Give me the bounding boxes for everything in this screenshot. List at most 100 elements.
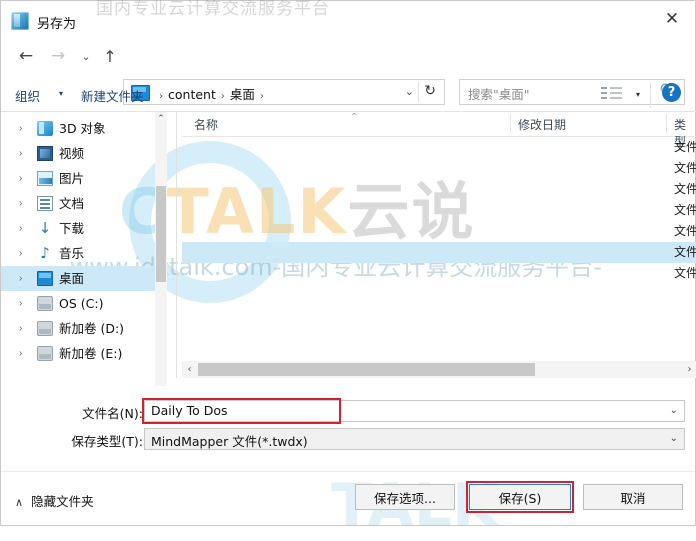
sidebar-item-5[interactable]: › ♪ 音乐 xyxy=(1,241,159,266)
organize-button[interactable]: 组织 xyxy=(15,86,40,105)
filetype-label: 保存类型(T): xyxy=(71,434,143,449)
help-icon[interactable]: ? xyxy=(662,83,681,102)
forward-icon[interactable]: → xyxy=(45,43,71,69)
table-row[interactable]: 文件 xyxy=(182,179,696,200)
sidebar-item-label: 下载 xyxy=(59,221,85,236)
filename-input[interactable]: Daily To Dos ⌄ xyxy=(144,400,685,422)
title-bar: 另存为 ✕ xyxy=(1,9,695,37)
sidebar-item-8[interactable]: › 新加卷 (D:) xyxy=(1,316,159,341)
new-folder-button[interactable]: 新建文件夹 xyxy=(81,86,144,105)
save-form: 文件名(N): Daily To Dos ⌄ 保存类型(T): MindMapp… xyxy=(1,389,695,451)
column-header-row: 名称 ⌃ 修改日期 类型 xyxy=(182,112,696,149)
file-list-horizontal-scrollbar[interactable]: ‹ › xyxy=(182,361,696,378)
cell-type: 文件 xyxy=(674,245,696,259)
sidebar-item-label: 图片 xyxy=(59,171,85,186)
sidebar-scroll-thumb[interactable] xyxy=(156,186,166,282)
table-row[interactable]: 文件 xyxy=(182,242,696,263)
filetype-chevron-down-icon[interactable]: ⌄ xyxy=(670,433,678,444)
chevron-right-icon[interactable]: › xyxy=(19,266,22,291)
music-icon: ♪ xyxy=(40,244,50,262)
sidebar-item-label: 文档 xyxy=(59,196,85,211)
scroll-left-icon[interactable]: ‹ xyxy=(182,361,197,378)
scroll-up-icon[interactable]: ⌃ xyxy=(155,113,167,125)
file-list-pane: 名称 ⌃ 修改日期 类型 文件 文件 文件 文件 文件 文件 文件 xyxy=(182,112,696,386)
horizontal-scroll-thumb[interactable] xyxy=(198,363,535,376)
cell-type: 文件 xyxy=(674,161,696,175)
back-icon[interactable]: ← xyxy=(13,43,39,69)
cell-type: 文件 xyxy=(674,224,696,238)
cell-type: 文件 xyxy=(674,203,696,217)
chevron-right-icon[interactable]: › xyxy=(19,316,22,341)
drive-icon xyxy=(37,346,53,361)
filetype-select[interactable]: MindMapper 文件(*.twdx) ⌄ xyxy=(144,428,685,450)
command-toolbar: 组织 ▾ 新建文件夹 ▾ ? xyxy=(1,79,695,112)
folder-tree: › 3D 对象 › 视频 › 图片 › 文档 › ↓ 下载 › ♪ 音乐 › 桌面 › OS (C:) › 新加卷 (… xyxy=(1,116,159,366)
close-icon[interactable]: ✕ xyxy=(649,1,695,37)
hide-folders-label: 隐藏文件夹 xyxy=(31,494,94,509)
video-icon xyxy=(37,146,53,161)
column-separator-2[interactable] xyxy=(666,114,667,133)
sidebar-item-label: 新加卷 (E:) xyxy=(59,346,123,361)
recent-locations-chevron-down-icon[interactable]: ⌄ xyxy=(73,43,99,69)
os-drive-icon xyxy=(37,296,53,311)
sidebar-item-2[interactable]: › 图片 xyxy=(1,166,159,191)
filename-chevron-down-icon[interactable]: ⌄ xyxy=(670,405,678,416)
file-rows: 文件 文件 文件 文件 文件 文件 文件 xyxy=(182,137,696,284)
sidebar-item-label: 音乐 xyxy=(59,246,85,261)
column-header-name[interactable]: 名称 xyxy=(194,116,218,133)
save-options-button[interactable]: 保存选项... xyxy=(355,484,455,510)
navigation-bar: ← → ⌄ ↑ ›content›桌面› ⌄ ↻ 搜索"桌面" 🔍 xyxy=(1,39,695,105)
sidebar-item-0[interactable]: › 3D 对象 xyxy=(1,116,159,141)
table-row[interactable]: 文件 xyxy=(182,137,696,158)
app-icon xyxy=(11,12,29,30)
cancel-button[interactable]: 取消 xyxy=(583,484,683,510)
chevron-right-icon[interactable]: › xyxy=(19,291,22,316)
sidebar-item-label: 桌面 xyxy=(59,271,85,286)
sidebar-item-6[interactable]: › 桌面 xyxy=(1,266,159,291)
chevron-right-icon[interactable]: › xyxy=(19,166,22,191)
view-options-icon[interactable] xyxy=(601,85,623,103)
footer-divider xyxy=(1,471,695,472)
chevron-right-icon[interactable]: › xyxy=(19,191,22,216)
document-icon xyxy=(37,196,53,211)
table-row[interactable]: 文件 xyxy=(182,263,696,284)
chevron-right-icon[interactable]: › xyxy=(19,241,22,266)
column-header-date[interactable]: 修改日期 xyxy=(518,116,566,133)
sidebar-scrollbar[interactable]: ⌃ xyxy=(155,112,167,386)
cell-type: 文件 xyxy=(674,140,696,154)
sidebar-item-4[interactable]: › ↓ 下载 xyxy=(1,216,159,241)
cube-icon xyxy=(37,121,53,136)
save-as-dialog: 国内专业云计算交流服务平台 CTALK云说 -www.idctalk.com-国… xyxy=(0,0,696,541)
column-separator-1[interactable] xyxy=(510,114,511,133)
filename-label: 文件名(N): xyxy=(82,406,143,421)
sort-ascending-icon: ⌃ xyxy=(350,112,359,123)
save-button[interactable]: 保存(S) xyxy=(469,484,571,510)
navigation-pane: › 3D 对象 › 视频 › 图片 › 文档 › ↓ 下载 › ♪ 音乐 › 桌面 › OS (C:) › 新加卷 (… xyxy=(1,112,169,386)
hide-folders-toggle[interactable]: ∧ 隐藏文件夹 xyxy=(15,491,94,510)
dialog-footer: ∧ 隐藏文件夹 保存选项... 保存(S) 取消 xyxy=(1,471,695,527)
table-row[interactable]: 文件 xyxy=(182,200,696,221)
chevron-right-icon[interactable]: › xyxy=(19,341,22,366)
cell-type: 文件 xyxy=(674,266,696,280)
table-row[interactable]: 文件 xyxy=(182,158,696,179)
pane-divider[interactable] xyxy=(176,112,177,378)
chevron-up-icon: ∧ xyxy=(15,496,24,509)
view-chevron-down-icon[interactable]: ▾ xyxy=(636,90,640,99)
table-row[interactable]: 文件 xyxy=(182,221,696,242)
picture-icon xyxy=(37,171,53,186)
chevron-right-icon[interactable]: › xyxy=(19,116,22,141)
sidebar-item-7[interactable]: › OS (C:) xyxy=(1,291,159,316)
sidebar-item-label: 新加卷 (D:) xyxy=(59,321,125,336)
scroll-right-icon[interactable]: › xyxy=(682,361,696,378)
sidebar-item-9[interactable]: › 新加卷 (E:) xyxy=(1,341,159,366)
sidebar-item-1[interactable]: › 视频 xyxy=(1,141,159,166)
organize-chevron-down-icon[interactable]: ▾ xyxy=(59,89,63,98)
toolbar-divider xyxy=(650,83,651,108)
chevron-right-icon[interactable]: › xyxy=(19,141,22,166)
chevron-right-icon[interactable]: › xyxy=(19,216,22,241)
dialog-body: › 3D 对象 › 视频 › 图片 › 文档 › ↓ 下载 › ♪ 音乐 › 桌面 › OS (C:) › 新加卷 (… xyxy=(1,112,696,386)
window-title: 另存为 xyxy=(37,17,77,32)
filename-value: Daily To Dos xyxy=(151,403,228,418)
sidebar-item-3[interactable]: › 文档 xyxy=(1,191,159,216)
up-level-icon[interactable]: ↑ xyxy=(97,43,123,69)
